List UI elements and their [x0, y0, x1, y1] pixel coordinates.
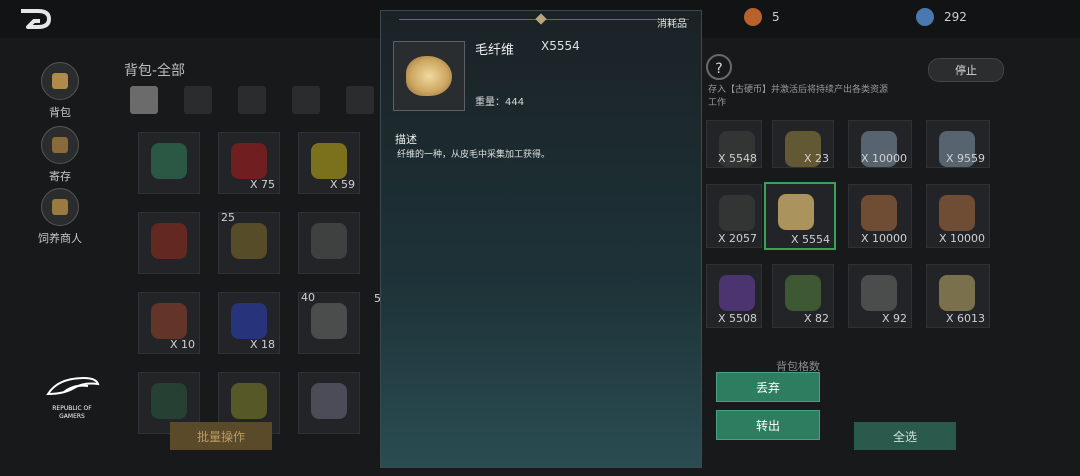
item-detail-modal: 消耗品 毛纤维 X5554 重量：444 描述 纤维的一种，从皮毛中采集加工获得…: [380, 10, 702, 468]
bottle-icon[interactable]: [292, 86, 320, 114]
discard-button[interactable]: 丢弃: [716, 372, 820, 402]
bag-slot[interactable]: X 10000: [848, 120, 912, 168]
coin-icon: [744, 8, 762, 26]
slot-count: X 10000: [860, 232, 907, 245]
nav-backpack-label: 背包: [49, 106, 71, 119]
nav-merchant[interactable]: 饲养商人: [30, 188, 90, 246]
bag-slot[interactable]: X 6013: [926, 264, 990, 328]
category-badge: 消耗品: [657, 19, 687, 30]
nav-storage[interactable]: 寄存: [38, 126, 82, 184]
bag-slot[interactable]: X 82: [772, 264, 834, 328]
bag-slot[interactable]: X 2057: [706, 184, 762, 248]
gem-icon: [916, 8, 934, 26]
bag-slot[interactable]: X 10000: [848, 184, 912, 248]
item-weight: 重量：444: [475, 97, 525, 108]
currency-copper-value: 5: [772, 10, 780, 24]
bag-slot[interactable]: X 10000: [926, 184, 990, 248]
slot-count: X 5548: [717, 152, 757, 165]
slot-count: X 18: [249, 338, 275, 351]
bag-slot[interactable]: [298, 212, 360, 274]
item-quantity: X5554: [541, 39, 580, 53]
bag-slot[interactable]: X 5548: [706, 120, 762, 168]
currency-copper: 5: [744, 8, 780, 26]
slot-count: X 10: [169, 338, 195, 351]
rog-logo: REPUBLIC OF GAMERS: [40, 374, 104, 421]
slot-count: X 23: [803, 152, 829, 165]
batch-operation-button[interactable]: 批量操作: [170, 422, 272, 450]
bag-slot-selected[interactable]: X 5554: [764, 182, 836, 250]
currency-gem: 292: [916, 8, 967, 26]
diamond-icon: [535, 13, 547, 25]
bag-slot[interactable]: X 59: [298, 132, 360, 194]
grid-icon[interactable]: [130, 86, 158, 114]
category-bar: [130, 86, 374, 114]
slot-level: 40: [301, 291, 315, 304]
description-title: 描述: [395, 133, 417, 146]
slot-count: X 75: [249, 178, 275, 191]
bag-slot[interactable]: [138, 212, 200, 274]
bag-title: 背包-全部: [124, 63, 186, 79]
slot-level: 25: [221, 211, 235, 224]
ore-icon[interactable]: [184, 86, 212, 114]
slot-count: X 92: [881, 312, 907, 325]
logo-line-1: REPUBLIC OF: [52, 405, 92, 412]
bag-slot[interactable]: X 10: [138, 292, 200, 354]
currency-gem-value: 292: [944, 10, 967, 24]
house-icon: [41, 126, 79, 164]
stop-button[interactable]: 停止: [928, 58, 1004, 82]
bag-slot[interactable]: [138, 132, 200, 194]
slot-count: X 82: [803, 312, 829, 325]
item-name: 毛纤维: [475, 43, 515, 58]
slot-count: X 59: [329, 178, 355, 191]
logo-line-2: GAMERS: [59, 413, 85, 420]
temple-icon[interactable]: [346, 86, 374, 114]
bag-slot[interactable]: 40: [298, 291, 360, 354]
bag-slot[interactable]: X 75: [218, 132, 280, 194]
bag-slot[interactable]: [298, 372, 360, 434]
bag-slot[interactable]: X 23: [772, 120, 834, 168]
nav-backpack[interactable]: 背包: [38, 62, 82, 120]
backpack-icon: [41, 62, 79, 100]
nav-storage-label: 寄存: [49, 170, 71, 183]
slot-count: X 5508: [717, 312, 757, 325]
wool-fiber-icon: [406, 56, 452, 96]
info-text: 存入【古硬币】并激活后将持续产出各类资源 工作: [708, 84, 888, 110]
info-line-2: 工作: [708, 98, 727, 108]
help-icon[interactable]: ?: [706, 54, 732, 80]
slot-count: X 5554: [790, 233, 830, 246]
stop-label: 停止: [955, 64, 977, 77]
description-text: 纤维的一种，从皮毛中采集加工获得。: [397, 150, 551, 160]
bag-slot[interactable]: X 92: [848, 264, 912, 328]
bag-slot[interactable]: 25: [218, 211, 280, 274]
transfer-button[interactable]: 转出: [716, 410, 820, 440]
back-icon[interactable]: [18, 8, 52, 30]
ball-icon[interactable]: [238, 86, 266, 114]
info-line-1: 存入【古硬币】并激活后将持续产出各类资源: [708, 85, 889, 95]
slot-count: X 2057: [717, 232, 757, 245]
modal-ornament: [381, 11, 701, 29]
bag-slot[interactable]: X 5508: [706, 264, 762, 328]
slot-count: X 10000: [938, 232, 985, 245]
bag-slot[interactable]: X 18: [218, 292, 280, 354]
slot-count: X 6013: [945, 312, 985, 325]
slot-count: X 10000: [860, 152, 907, 165]
slot-count: X 9559: [945, 152, 985, 165]
select-all-button[interactable]: 全选: [854, 422, 956, 450]
chest-icon: [41, 188, 79, 226]
rog-eye-icon: [46, 376, 100, 396]
nav-merchant-label: 饲养商人: [38, 232, 82, 245]
item-frame: [393, 41, 465, 111]
bag-slot[interactable]: X 9559: [926, 120, 990, 168]
